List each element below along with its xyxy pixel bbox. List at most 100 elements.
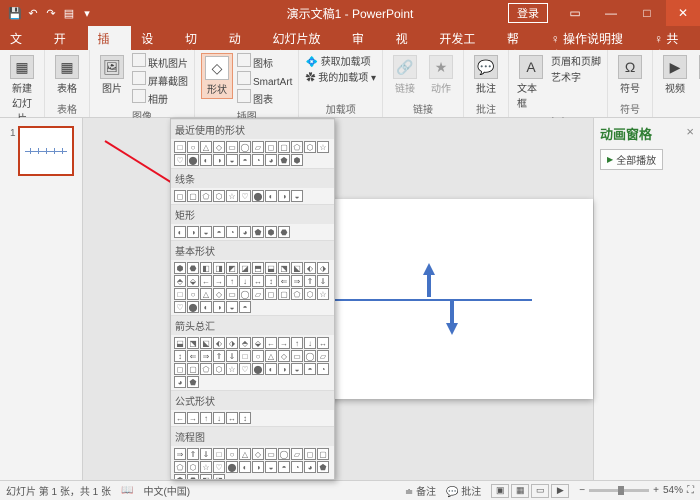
shape-option[interactable]: ☆ [200,461,212,473]
shape-option[interactable]: ↑ [200,412,212,424]
shape-option[interactable]: ▱ [252,288,264,300]
shape-option[interactable]: ⬕ [200,337,212,349]
share-button[interactable]: ♀ 共享 [644,26,700,50]
shape-option[interactable]: ☆ [317,141,329,153]
shape-option[interactable]: ⬠ [291,288,303,300]
shape-option[interactable]: ⇓ [226,350,238,362]
shape-option[interactable]: ⬡ [304,141,316,153]
shape-option[interactable]: ♡ [239,363,251,375]
save-icon[interactable]: 💾 [8,6,22,20]
shape-option[interactable]: ⬗ [317,262,329,274]
zoom-control[interactable]: − + 54% ⛶ [579,485,694,496]
tab-design[interactable]: 设计 [131,26,175,50]
tab-view[interactable]: 视图 [386,26,430,50]
tab-transition[interactable]: 切换 [175,26,219,50]
shape-option[interactable]: ◐ [200,154,212,166]
shape-option[interactable]: ⬗ [226,337,238,349]
zoom-out[interactable]: − [579,485,585,496]
shape-option[interactable]: △ [265,350,277,362]
shape-option[interactable]: ← [265,337,277,349]
shape-option[interactable]: ⬢ [291,154,303,166]
shape-option[interactable]: ◓ [278,461,290,473]
shape-option[interactable]: ⬘ [174,275,186,287]
zoom-value[interactable]: 54% [663,485,683,496]
new-slide-button[interactable]: ▦新建 幻灯片 [6,53,38,127]
shape-option[interactable]: ↔ [226,412,238,424]
shape-option[interactable]: ◇ [213,288,225,300]
shape-option[interactable]: ⬢ [265,226,277,238]
shape-option[interactable]: ⬡ [213,363,225,375]
comment-button[interactable]: 💬批注 [470,53,502,97]
tab-devtools[interactable]: 开发工具 [429,26,496,50]
tab-help[interactable]: 帮助 [497,26,541,50]
shape-option[interactable]: ◇ [213,141,225,153]
tab-file[interactable]: 文件 [0,26,44,50]
shape-option[interactable]: ↓ [213,412,225,424]
shape-option[interactable]: ▢ [278,141,290,153]
shape-option[interactable]: ○ [226,448,238,460]
zoom-slider[interactable] [589,489,649,492]
shape-option[interactable]: ◑ [187,226,199,238]
shape-option[interactable]: ⇑ [304,275,316,287]
spell-icon[interactable]: 📖 [121,485,133,496]
up-arrow-shape[interactable] [423,263,435,275]
shape-option[interactable]: ↓ [304,337,316,349]
shape-option[interactable]: ⬡ [187,461,199,473]
zoom-in[interactable]: + [653,485,659,496]
shape-option[interactable]: ◑ [252,461,264,473]
shape-option[interactable]: △ [200,288,212,300]
shape-option[interactable]: ⇐ [278,275,290,287]
shape-option[interactable]: ▢ [187,190,199,202]
slide-thumbnail-1[interactable]: 1 [18,126,74,176]
shape-option[interactable]: ⬤ [187,301,199,313]
shapes-dropdown[interactable]: 最近使用的形状 □○△◇▭◯▱◻▢⬠⬡☆♡⬤◐◑◒◓◔◕⬟⬢ 线条 ◻▢⬠⬡☆♡… [170,118,335,480]
shape-option[interactable]: ◐ [174,226,186,238]
shape-option[interactable]: ↕ [174,350,186,362]
shape-option[interactable]: ◨ [213,474,225,480]
table-button[interactable]: ▦表格 [51,53,83,97]
shape-option[interactable]: ↑ [291,337,303,349]
shape-option[interactable]: ← [174,412,186,424]
shape-option[interactable]: ⬤ [187,154,199,166]
shape-option[interactable]: ☆ [226,190,238,202]
shape-option[interactable]: ♡ [174,301,186,313]
shape-option[interactable]: ◒ [200,226,212,238]
slideshow-view-icon[interactable]: ▶ [551,484,569,498]
my-addins[interactable]: ✿ 我的加载项 ▾ [305,69,376,84]
shape-option[interactable]: ⬤ [252,363,264,375]
shape-option[interactable]: ◧ [200,474,212,480]
shape-option[interactable]: ◓ [304,363,316,375]
sorter-view-icon[interactable]: ▦ [511,484,529,498]
animpane-close[interactable]: × [686,124,694,143]
shape-option[interactable]: ⬣ [187,474,199,480]
undo-icon[interactable]: ↶ [26,6,40,20]
shape-option[interactable]: ⇒ [291,275,303,287]
shape-option[interactable]: ◒ [226,154,238,166]
shape-option[interactable]: ○ [187,288,199,300]
shape-option[interactable]: ▢ [317,448,329,460]
tab-review[interactable]: 审阅 [342,26,386,50]
shape-option[interactable]: ▱ [317,350,329,362]
shape-option[interactable]: ↕ [265,275,277,287]
shape-option[interactable]: ⬖ [213,337,225,349]
shape-option[interactable]: ◨ [213,262,225,274]
shape-option[interactable]: ◐ [239,461,251,473]
shape-option[interactable]: ◩ [226,262,238,274]
audio-button[interactable]: 🔊音频 [695,53,700,97]
shape-option[interactable]: ◔ [252,154,264,166]
shape-option[interactable]: ⬠ [291,141,303,153]
shape-option[interactable]: ◓ [239,154,251,166]
shape-option[interactable]: ☆ [226,363,238,375]
shape-option[interactable]: ◔ [226,226,238,238]
smartart[interactable]: SmartArt [237,71,292,88]
shape-option[interactable]: ⬠ [174,461,186,473]
shape-option[interactable]: → [187,412,199,424]
shape-option[interactable]: ▱ [252,141,264,153]
shape-option[interactable]: ◕ [265,154,277,166]
shape-option[interactable]: ◻ [174,190,186,202]
screenshot[interactable]: 屏幕截图 [132,71,188,88]
shape-option[interactable]: ⬕ [291,262,303,274]
shape-option[interactable]: ⬙ [252,337,264,349]
shape-option[interactable]: □ [213,448,225,460]
shape-option[interactable]: ▱ [291,448,303,460]
